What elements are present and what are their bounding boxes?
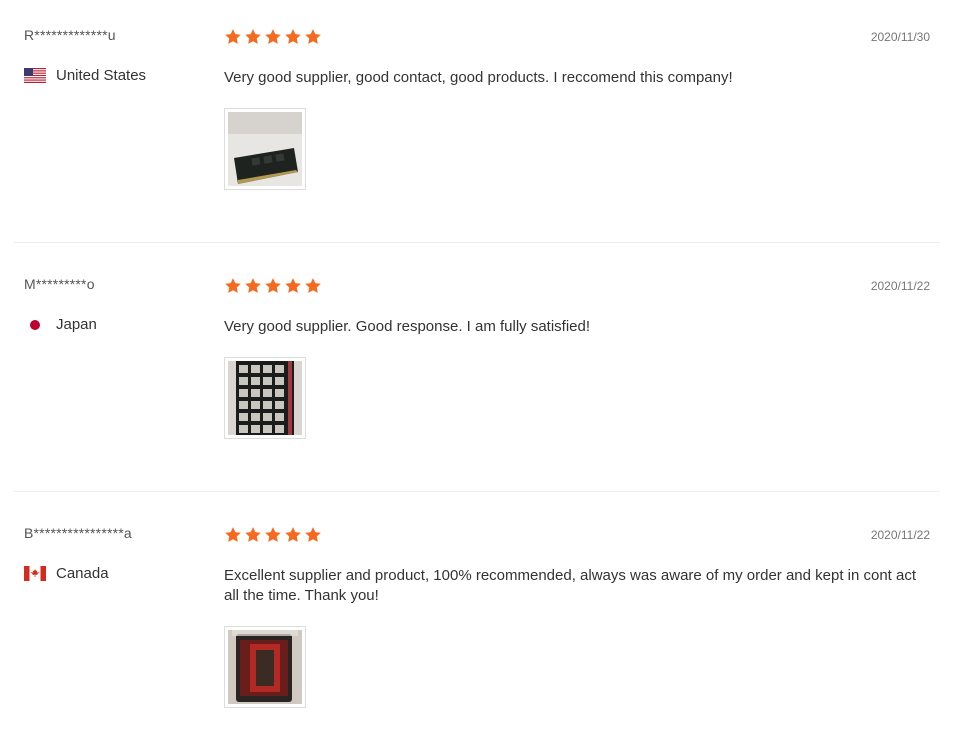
reviewer-name: R*************u [24, 27, 116, 43]
japan-flag-icon [24, 317, 46, 332]
star-icon [245, 278, 261, 293]
reviewer-country: Japan [24, 316, 97, 333]
star-icon [265, 278, 281, 293]
star-icon [225, 527, 241, 542]
review-item: M*********o Japan 2020/11/22 Very good s… [14, 249, 940, 498]
review-comment: Excellent supplier and product, 100% rec… [224, 567, 917, 604]
review-date: 2020/11/22 [870, 279, 930, 293]
review-comment: Very good supplier. Good response. I am … [224, 318, 591, 335]
reviewer-country: Canada [24, 565, 109, 582]
star-icon [245, 527, 261, 542]
review-photo-thumbnail[interactable] [224, 108, 306, 190]
rating-stars [224, 277, 322, 295]
star-icon [285, 527, 301, 542]
star-icon [285, 29, 301, 44]
review-divider [14, 491, 940, 492]
review-item: R*************u United States 2020/11/30 [14, 0, 940, 249]
review-photo-thumbnail[interactable] [224, 357, 306, 439]
review-divider [14, 242, 940, 243]
review-date: 2020/11/30 [870, 30, 930, 44]
star-icon [265, 29, 281, 44]
review-date: 2020/11/22 [870, 528, 930, 542]
rating-stars [224, 28, 322, 46]
review-photo-thumbnail[interactable] [224, 626, 306, 708]
country-label: United States [56, 67, 147, 84]
country-label: Japan [56, 316, 97, 333]
star-icon [225, 278, 241, 293]
review-comment: Very good supplier, good contact, good p… [224, 69, 733, 86]
star-icon [245, 29, 261, 44]
star-icon [285, 278, 301, 293]
star-icon [225, 29, 241, 44]
reviewer-name: B****************a [24, 525, 132, 541]
star-icon [305, 29, 321, 44]
country-label: Canada [56, 565, 109, 582]
review-list: R*************u United States 2020/11/30 [0, 0, 953, 732]
rating-stars [224, 526, 322, 544]
ram-tray-photo [228, 361, 302, 435]
reviewer-name: M*********o [24, 276, 95, 292]
review-item: B****************a Canada 2020/11/22 Exc… [14, 498, 940, 732]
reviewer-country: United States [24, 67, 146, 84]
star-icon [305, 527, 321, 542]
canada-flag-icon [24, 566, 46, 581]
us-flag-icon [24, 68, 46, 83]
ram-module-photo [228, 112, 302, 186]
star-icon [265, 527, 281, 542]
star-icon [305, 278, 321, 293]
ram-package-photo [228, 630, 302, 704]
